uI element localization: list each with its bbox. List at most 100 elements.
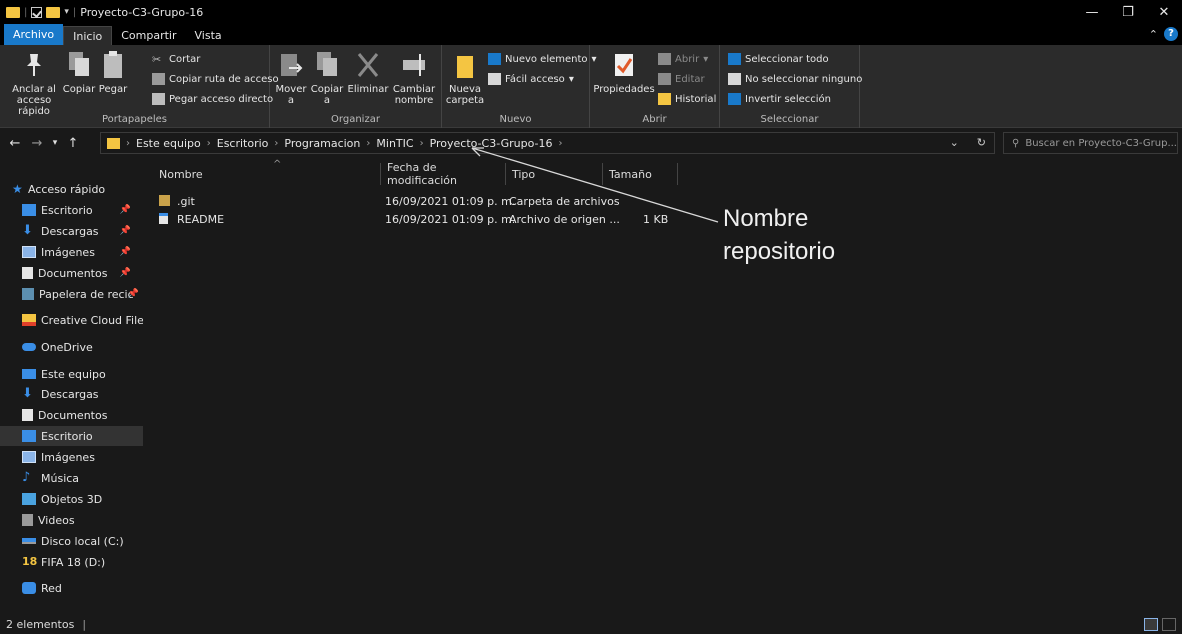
sidebar-item-este-equipo[interactable]: Este equipo — [0, 364, 143, 384]
copy-to-button[interactable]: Copiar a — [310, 49, 344, 106]
folder-icon — [6, 6, 20, 18]
sidebar-item-pc-musica[interactable]: ♪ Música — [0, 468, 143, 488]
breadcrumb-este-equipo[interactable]: Este equipo — [136, 137, 201, 150]
sidebar-item-pc-videos[interactable]: Videos — [0, 510, 143, 530]
clipboard-icon — [100, 49, 126, 81]
folder-icon — [107, 137, 120, 149]
minimize-button[interactable]: — — [1074, 0, 1110, 24]
move-to-button[interactable]: Mover a — [274, 49, 308, 106]
pin-icon: 📌 — [119, 226, 131, 236]
sidebar-item-onedrive[interactable]: OneDrive — [0, 337, 143, 357]
file-list: Nombre ^ Fecha de modificación Tipo Tama… — [143, 159, 1182, 615]
pin-quick-access-button[interactable]: Anclar al acceso rápido — [8, 49, 60, 117]
pictures-icon — [22, 246, 36, 258]
breadcrumb-mintic[interactable]: MinTIC — [376, 137, 413, 150]
table-row[interactable]: README 16/09/2021 01:09 p. m. Archivo de… — [159, 211, 699, 229]
address-bar[interactable]: › Este equipo › Escritorio › Programacio… — [100, 132, 995, 154]
maximize-button[interactable]: ❐ — [1110, 0, 1146, 24]
edit-button[interactable]: Editar — [658, 71, 705, 87]
new-folder-button[interactable]: Nueva carpeta — [446, 49, 484, 106]
new-folder-icon[interactable] — [46, 6, 61, 18]
sidebar-item-pc-imagenes[interactable]: Imágenes — [0, 447, 143, 467]
tab-compartir[interactable]: Compartir — [112, 26, 185, 45]
close-button[interactable]: ✕ — [1146, 0, 1182, 24]
file-name: README — [177, 213, 225, 226]
pin-icon: 📌 — [119, 268, 131, 278]
new-item-button[interactable]: Nuevo elemento ▾ — [488, 51, 597, 67]
copy-button[interactable]: Copiar — [62, 49, 96, 95]
column-header-tipo[interactable]: Tipo — [506, 163, 603, 185]
select-none-button[interactable]: No seleccionar ninguno — [728, 71, 862, 87]
sidebar-item-quick-access[interactable]: ★ Acceso rápido — [0, 179, 143, 199]
delete-x-icon — [355, 49, 381, 81]
search-box[interactable]: ⚲ Buscar en Proyecto-C3-Grup... — [1003, 132, 1178, 154]
history-button[interactable]: Historial — [658, 91, 716, 107]
customize-dropdown-icon[interactable]: ▾ — [64, 7, 69, 17]
pin-icon: 📌 — [127, 289, 139, 299]
back-arrow-icon[interactable]: ← — [6, 136, 24, 151]
search-input[interactable]: Buscar en Proyecto-C3-Grup... — [1025, 138, 1177, 149]
recent-locations-chevron-icon[interactable]: ▾ — [46, 138, 64, 148]
copy-to-icon — [314, 49, 340, 81]
network-icon — [22, 582, 36, 594]
up-arrow-icon[interactable]: ↑ — [64, 136, 82, 151]
invert-selection-button[interactable]: Invertir selección — [728, 91, 831, 107]
fifa-drive-icon: 18 — [22, 555, 38, 568]
collapse-ribbon-icon[interactable]: ⌃ — [1149, 28, 1158, 41]
sidebar-item-papelera[interactable]: Papelera de recic 📌 — [0, 284, 143, 304]
invert-selection-icon — [728, 93, 741, 105]
film-icon — [22, 514, 33, 526]
file-type: Carpeta de archivos — [509, 195, 620, 208]
help-icon[interactable]: ? — [1164, 27, 1178, 41]
table-row[interactable]: .git 16/09/2021 01:09 p. m. Carpeta de a… — [159, 193, 699, 211]
sidebar-item-red[interactable]: Red — [0, 578, 143, 598]
scissors-icon: ✂ — [152, 53, 162, 66]
download-arrow-icon: ⬇ — [22, 223, 33, 238]
sidebar-item-pc-documentos[interactable]: Documentos — [0, 405, 143, 425]
cut-button[interactable]: ✂ Cortar — [152, 51, 200, 67]
sidebar-item-pc-escritorio[interactable]: Escritorio — [0, 426, 143, 446]
details-view-icon[interactable] — [1144, 618, 1158, 631]
column-header-nombre[interactable]: Nombre ^ — [153, 159, 381, 185]
easy-access-icon — [488, 73, 501, 85]
column-header-fecha[interactable]: Fecha de modificación — [381, 161, 506, 187]
paste-button[interactable]: Pegar — [96, 49, 130, 95]
copy-path-button[interactable]: Copiar ruta de acceso — [152, 71, 279, 87]
properties-button[interactable]: Propiedades — [593, 49, 655, 95]
sidebar-item-creative-cloud[interactable]: Creative Cloud Files — [0, 310, 150, 330]
sidebar-item-descargas[interactable]: ⬇ Descargas 📌 — [0, 221, 143, 241]
tab-inicio[interactable]: Inicio — [63, 26, 113, 45]
address-dropdown-icon[interactable]: ⌄ — [950, 136, 959, 149]
easy-access-button[interactable]: Fácil acceso ▾ — [488, 71, 574, 87]
column-header-tamano[interactable]: Tamaño — [603, 163, 678, 185]
star-icon: ★ — [12, 182, 23, 196]
refresh-icon[interactable]: ↻ — [977, 136, 986, 149]
breadcrumb-programacion[interactable]: Programacion — [284, 137, 360, 150]
sidebar-item-disco-local[interactable]: Disco local (C:) — [0, 531, 143, 551]
sidebar-item-pc-objetos-3d[interactable]: Objetos 3D — [0, 489, 143, 509]
open-button[interactable]: Abrir ▾ — [658, 51, 708, 67]
rename-button[interactable]: Cambiar nombre — [392, 49, 436, 106]
breadcrumb-current-folder[interactable]: Proyecto-C3-Grupo-16 — [430, 137, 553, 150]
sidebar-item-imagenes[interactable]: Imágenes 📌 — [0, 242, 143, 262]
select-all-button[interactable]: Seleccionar todo — [728, 51, 829, 67]
forward-arrow-icon[interactable]: → — [28, 136, 46, 151]
sidebar-item-escritorio[interactable]: Escritorio 📌 — [0, 200, 143, 220]
tab-vista[interactable]: Vista — [186, 26, 231, 45]
group-label-abrir: Abrir — [642, 114, 667, 125]
sidebar-item-documentos[interactable]: Documentos 📌 — [0, 263, 143, 283]
paste-shortcut-button[interactable]: Pegar acceso directo — [152, 91, 273, 107]
properties-check-icon[interactable] — [31, 6, 43, 18]
open-icon — [658, 53, 671, 65]
large-icons-view-icon[interactable] — [1162, 618, 1176, 631]
breadcrumb-escritorio[interactable]: Escritorio — [217, 137, 269, 150]
copy-icon — [66, 49, 92, 81]
folder-icon — [159, 195, 170, 206]
sidebar-item-fifa-drive[interactable]: 18 FIFA 18 (D:) — [0, 552, 143, 572]
computer-icon — [22, 369, 36, 379]
tab-archivo[interactable]: Archivo — [4, 24, 64, 45]
sidebar-item-pc-descargas[interactable]: ⬇ Descargas — [0, 384, 143, 404]
delete-button[interactable]: Eliminar — [346, 49, 390, 95]
select-none-icon — [728, 73, 741, 85]
item-count: 2 elementos — [6, 618, 75, 631]
